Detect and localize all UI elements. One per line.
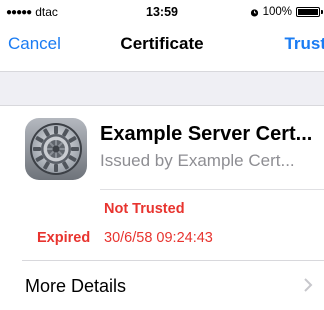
- divider: [100, 189, 324, 190]
- navigation-bar: Cancel Certificate Trust: [0, 24, 324, 64]
- more-details-row[interactable]: More Details: [0, 261, 324, 310]
- expired-value: 30/6/58 09:24:43: [104, 230, 213, 246]
- cancel-button[interactable]: Cancel: [8, 34, 61, 54]
- section-header-band: [0, 71, 324, 106]
- trust-button[interactable]: Trust: [284, 34, 324, 54]
- chevron-right-icon: [304, 278, 313, 292]
- certificate-summary: Example Server Cert... Issued by Example…: [0, 106, 324, 190]
- certificate-name: Example Server Cert...: [100, 123, 313, 145]
- certificate-issuer: Issued by Example Cert...: [100, 151, 295, 170]
- status-time: 13:59: [146, 5, 178, 19]
- trust-status: Not Trusted: [104, 201, 185, 217]
- expired-label: Expired: [37, 230, 91, 246]
- status-bar: ●●●●● dtac 13:59 100%: [0, 0, 324, 24]
- more-details-label: More Details: [25, 276, 127, 296]
- battery-icon: [296, 7, 323, 17]
- settings-gear-icon: [25, 118, 87, 180]
